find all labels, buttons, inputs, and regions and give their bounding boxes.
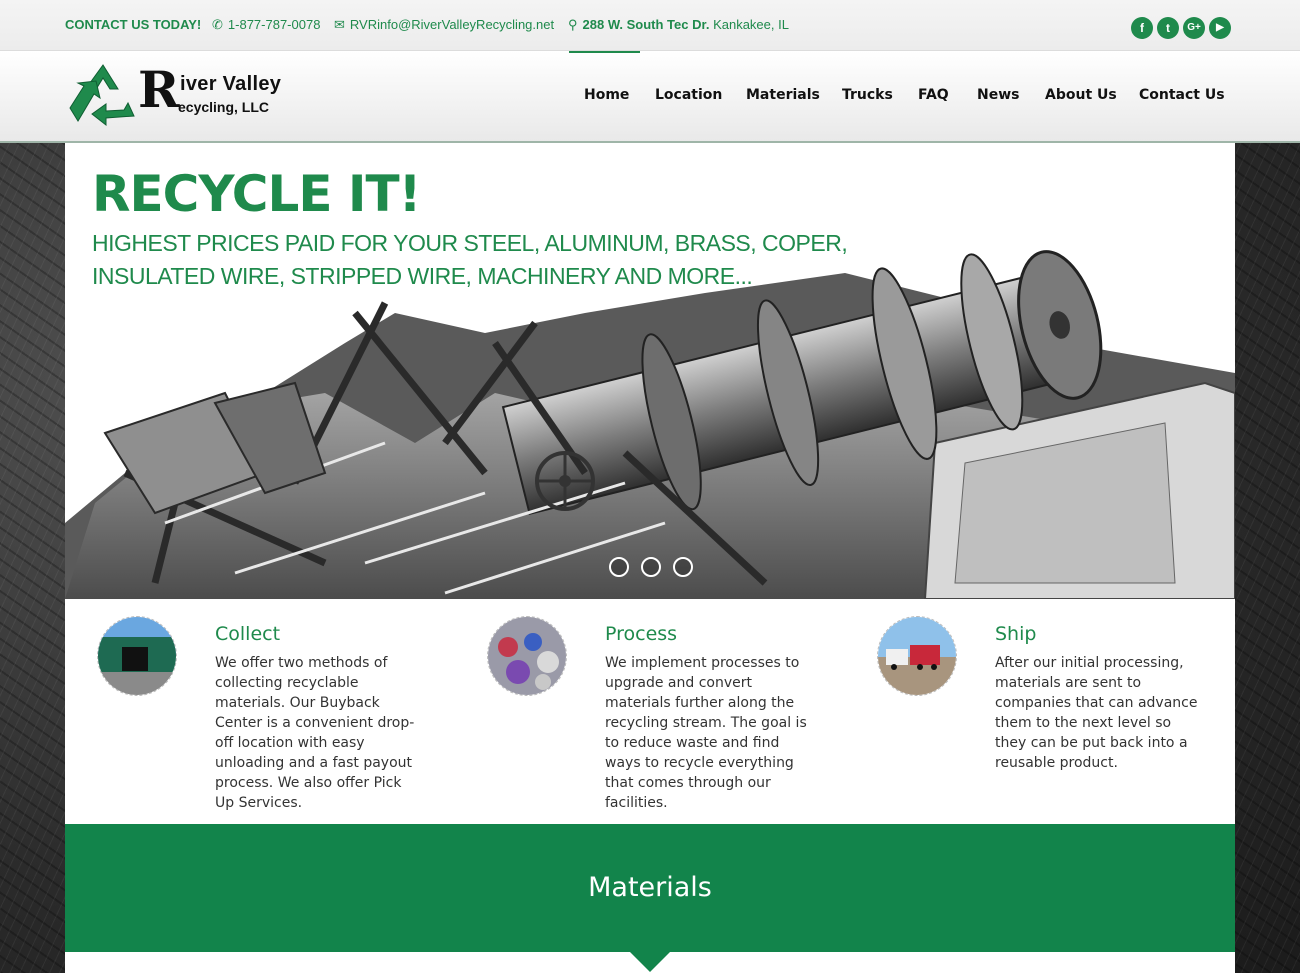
ship-image xyxy=(877,616,957,696)
hero-subtitle-line-2: INSULATED WIRE, STRIPPED WIRE, MACHINERY… xyxy=(92,263,753,289)
map-marker-icon: ⚲ xyxy=(568,17,578,32)
address-city: Kankakee, IL xyxy=(713,17,789,32)
top-contact-bar: CONTACT US TODAY! ✆ 1-877-787-0078 ✉ RVRin… xyxy=(0,0,1300,51)
nav-about-us[interactable]: About Us xyxy=(1045,87,1117,103)
twitter-icon[interactable]: t xyxy=(1157,17,1179,39)
nav-news[interactable]: News xyxy=(977,87,1019,103)
ship-text: After our initial processing, materials … xyxy=(995,655,1198,771)
contact-us-heading: CONTACT US TODAY! xyxy=(65,17,202,32)
recycle-icon xyxy=(69,64,135,127)
email-address: RVRinfo@RiverValleyRecycling.net xyxy=(349,17,555,32)
email-link[interactable]: ✉ RVRinfo@RiverValleyRecycling.net xyxy=(334,17,554,33)
materials-heading: Materials xyxy=(588,872,712,903)
logo-letter: R xyxy=(138,60,180,119)
slider-dot-2[interactable] xyxy=(641,557,661,577)
collect-image xyxy=(97,616,177,696)
section-arrow xyxy=(630,952,670,972)
collect-title: Collect xyxy=(215,623,281,645)
nav-active-indicator xyxy=(569,51,640,53)
hero-subtitle: HIGHEST PRICES PAID FOR YOUR STEEL, ALUM… xyxy=(92,227,852,293)
nav-faq[interactable]: FAQ xyxy=(918,87,949,103)
slider-dot-3[interactable] xyxy=(673,557,693,577)
ship-title: Ship xyxy=(995,623,1037,645)
address-street: 288 W. South Tec Dr. xyxy=(582,17,710,32)
phone-link[interactable]: ✆ 1-877-787-0078 xyxy=(212,17,320,33)
materials-section: Materials xyxy=(65,824,1235,952)
nav-location[interactable]: Location xyxy=(655,87,722,103)
process-image xyxy=(487,616,567,696)
youtube-icon[interactable]: ▶ xyxy=(1209,17,1231,39)
features-section: Collect We offer two methods of collecti… xyxy=(65,599,1235,824)
phone-number: 1-877-787-0078 xyxy=(227,17,321,32)
collect-text: We offer two methods of collecting recyc… xyxy=(215,655,415,811)
nav-home[interactable]: Home xyxy=(584,87,629,103)
hero-subtitle-line-1: HIGHEST PRICES PAID FOR YOUR STEEL, ALUM… xyxy=(92,230,848,256)
google-plus-icon[interactable]: G+ xyxy=(1183,17,1205,39)
process-text: We implement processes to upgrade and co… xyxy=(605,655,807,811)
logo-line-1: iver Valley xyxy=(180,73,282,95)
hero-slider: RECYCLE IT! HIGHEST PRICES PAID FOR YOUR… xyxy=(65,143,1235,599)
phone-icon: ✆ xyxy=(212,17,223,32)
site-header: R iver Valley ecycling, LLC Home Locatio… xyxy=(0,51,1300,143)
site-logo[interactable]: R iver Valley ecycling, LLC xyxy=(68,61,298,131)
nav-trucks[interactable]: Trucks xyxy=(842,87,893,103)
address: ⚲ 288 W. South Tec Dr. Kankakee, IL xyxy=(568,17,789,33)
hero-title: RECYCLE IT! xyxy=(92,165,421,223)
facebook-icon[interactable]: f xyxy=(1131,17,1153,39)
slider-dot-1[interactable] xyxy=(609,557,629,577)
nav-materials[interactable]: Materials xyxy=(746,87,820,103)
logo-line-2: ecycling, LLC xyxy=(178,99,270,115)
process-title: Process xyxy=(605,623,678,645)
nav-contact-us[interactable]: Contact Us xyxy=(1139,87,1225,103)
envelope-icon: ✉ xyxy=(334,17,345,32)
